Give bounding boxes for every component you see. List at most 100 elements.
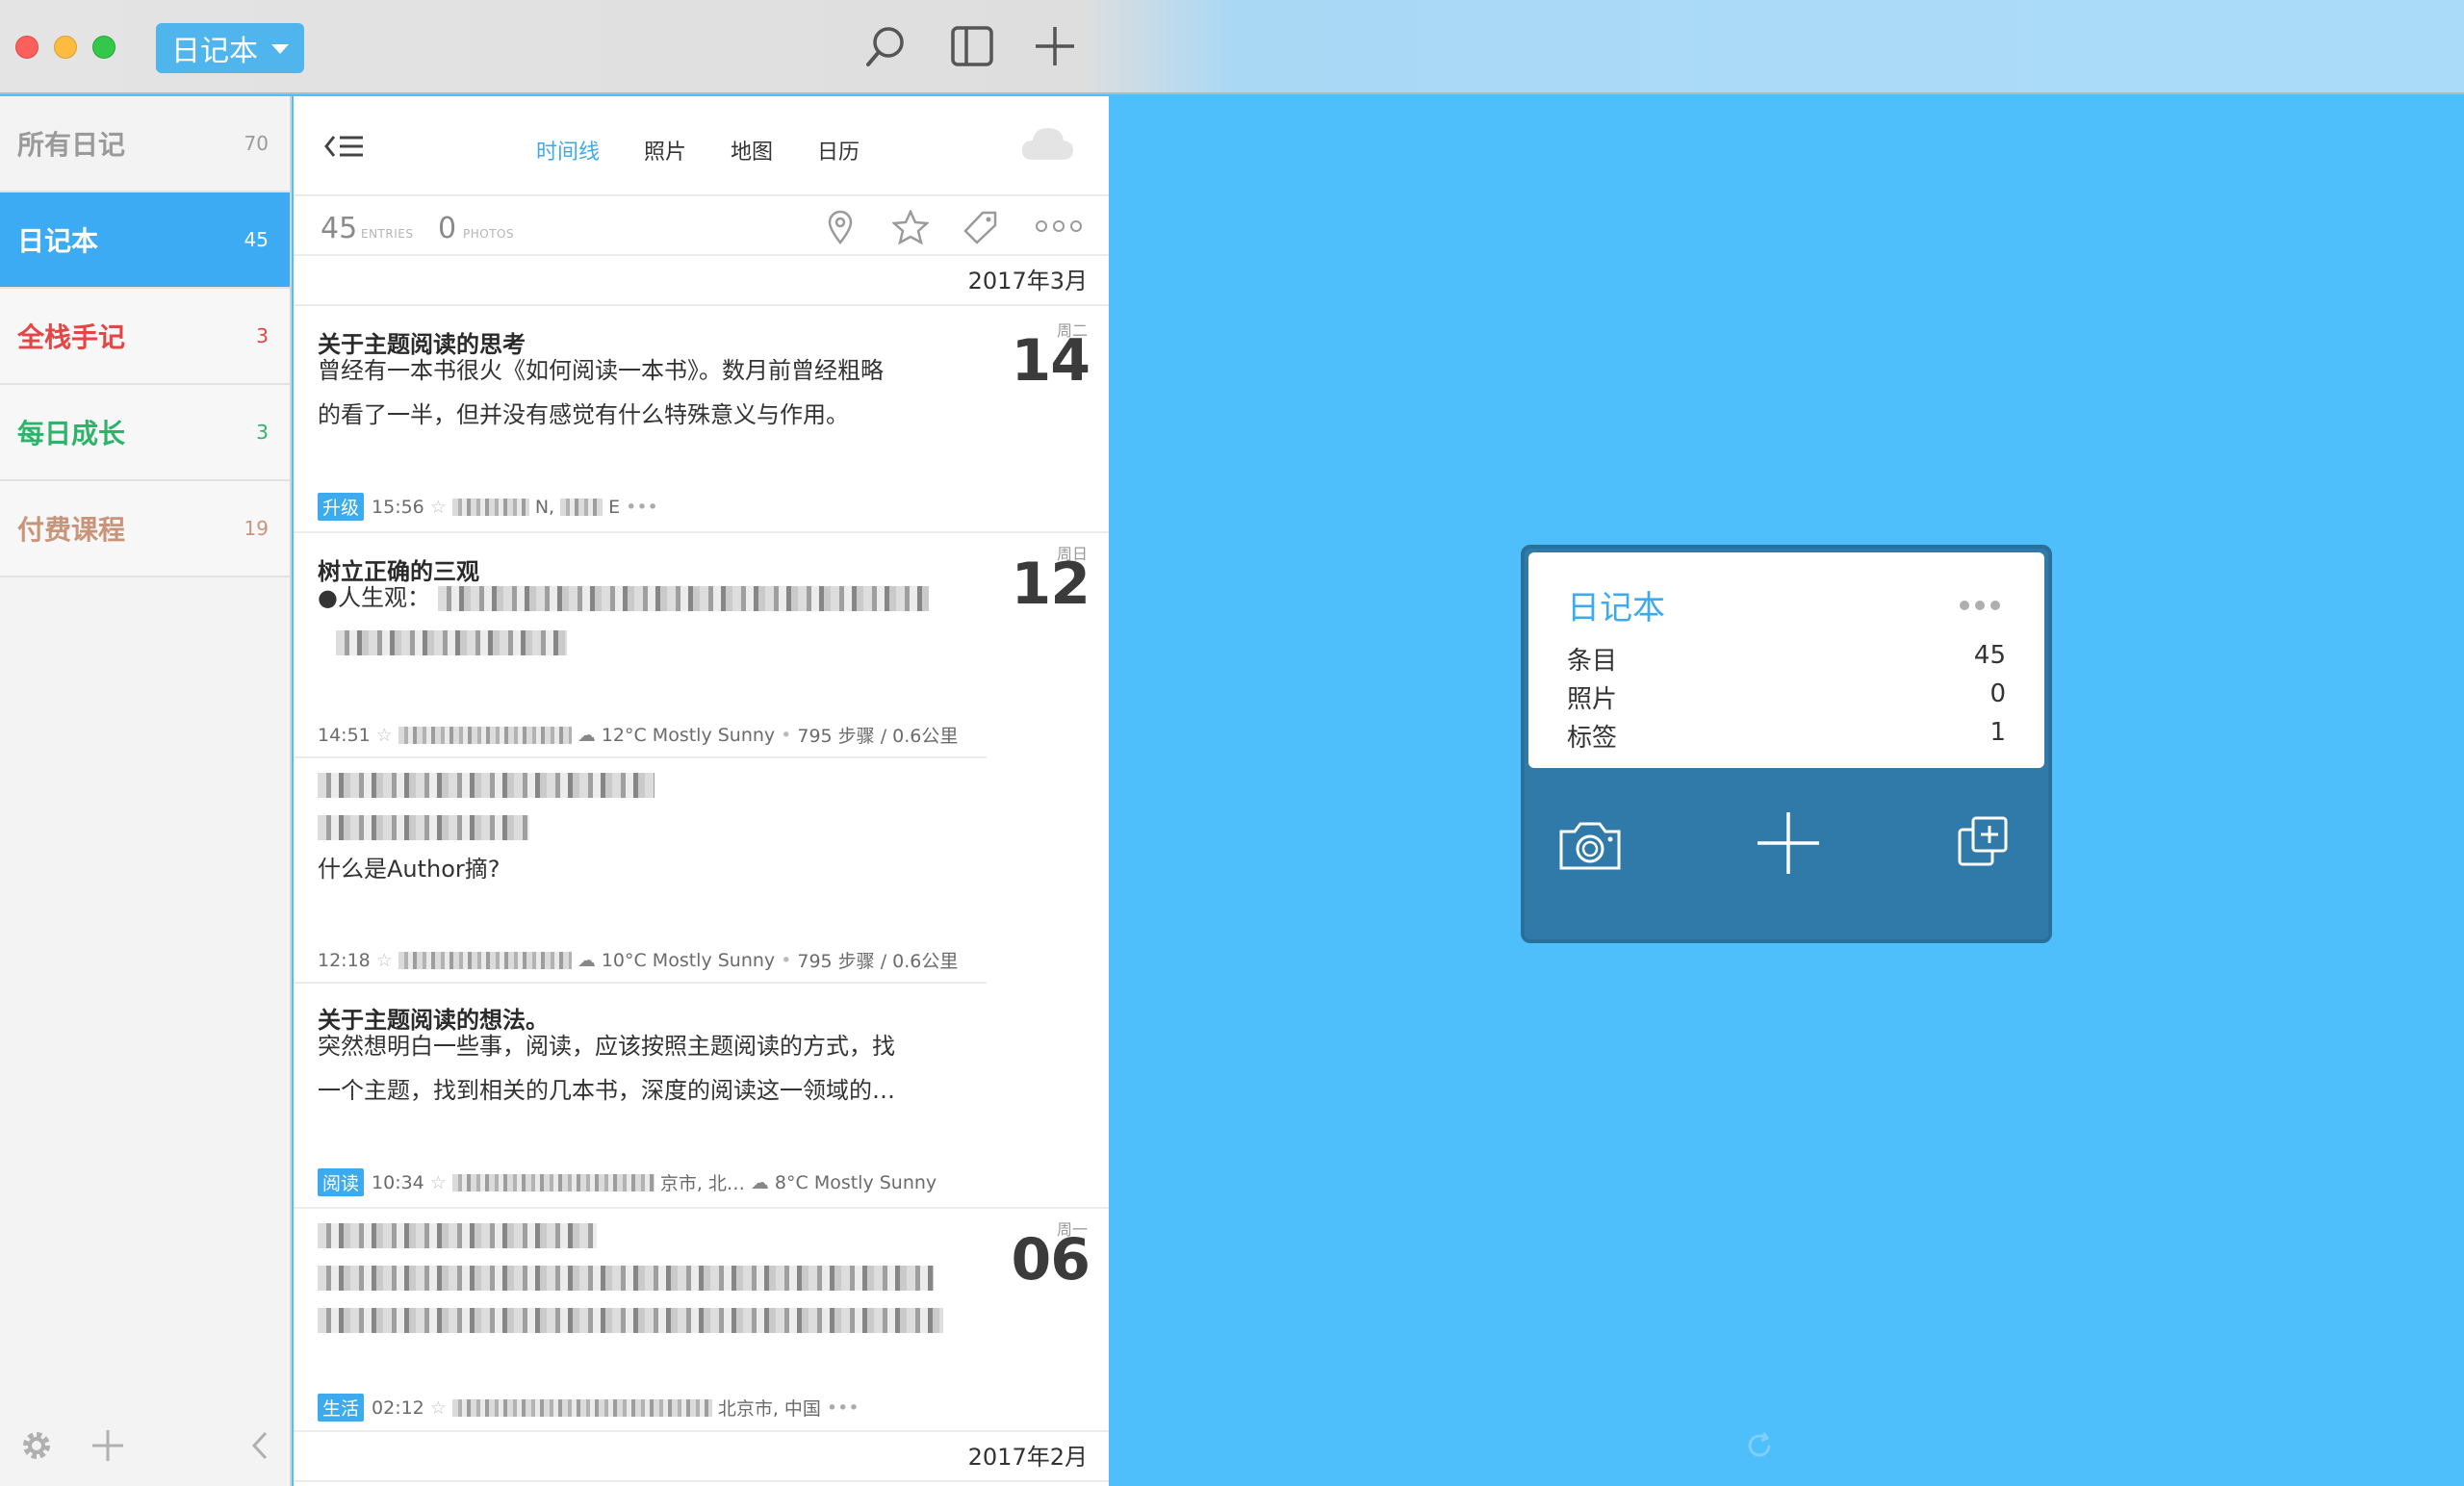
sidebar-item-journal[interactable]: 日记本 45 bbox=[0, 192, 290, 289]
dot-separator: • bbox=[781, 949, 792, 971]
redacted-location bbox=[451, 1398, 712, 1417]
refresh-icon[interactable] bbox=[1744, 1430, 1775, 1461]
entry-day: 12 bbox=[1011, 551, 1091, 618]
entry-body-line-2 bbox=[318, 1255, 934, 1299]
star-icon[interactable]: ☆ bbox=[430, 1172, 447, 1193]
redacted-text bbox=[318, 1308, 943, 1333]
widget-row-label: 照片 bbox=[1567, 685, 1618, 714]
sidebar-item-count: 70 bbox=[244, 132, 269, 155]
entry-time: 10:34 bbox=[372, 1171, 424, 1193]
entry-steps: 795 步骤 / 0.6公里 bbox=[797, 726, 959, 747]
redacted-location bbox=[398, 726, 572, 744]
month-header: 2017年3月 bbox=[294, 256, 1109, 306]
entry-row[interactable]: 关于主题阅读的想法。 突然想明白一些事，阅读，应该按照主题阅读的方式，找 一个主… bbox=[294, 984, 1109, 1207]
entry-tag[interactable]: 阅读 bbox=[318, 1168, 365, 1196]
sidebar-footer bbox=[0, 1405, 290, 1486]
duplicate-icon[interactable] bbox=[1956, 814, 2010, 868]
entry-body-line-2: 一个主题，找到相关的几本书，深度的阅读这一领域的… bbox=[318, 1077, 895, 1104]
entry-row[interactable]: 什么是Author摘? 12:18 ☆ ☁ 10°C Mostly Sunny … bbox=[294, 758, 1109, 982]
chevron-left-icon[interactable] bbox=[248, 1430, 271, 1461]
journal-picker[interactable]: 日记本 bbox=[156, 23, 304, 73]
view-tabs: 时间线 照片 地图 日历 bbox=[536, 135, 860, 166]
sidebar-item-label: 全栈手记 bbox=[17, 321, 126, 353]
star-icon[interactable] bbox=[892, 210, 929, 244]
location-pin-icon[interactable] bbox=[827, 210, 854, 244]
more-icon[interactable] bbox=[1960, 601, 2000, 610]
star-icon[interactable]: ☆ bbox=[430, 1397, 447, 1419]
entry-tag[interactable]: 生活 bbox=[318, 1394, 365, 1422]
entry-day: 06 bbox=[1011, 1226, 1091, 1294]
chevron-down-icon bbox=[271, 44, 289, 54]
sidebar-item-label: 所有日记 bbox=[17, 129, 126, 161]
entry-meta: 阅读 10:34 ☆ 京市, 北… ☁ 8°C Mostly Sunny bbox=[318, 1168, 937, 1196]
tag-icon[interactable] bbox=[962, 210, 998, 244]
sidebar-item-daily-growth[interactable]: 每日成长 3 bbox=[0, 385, 290, 481]
sidebar-item-count: 19 bbox=[244, 517, 269, 540]
tab-map[interactable]: 地图 bbox=[731, 135, 773, 166]
sidebar-item-count: 3 bbox=[256, 421, 269, 444]
entry-tag[interactable]: 升级 bbox=[318, 493, 365, 521]
sidebar-item-all-journals[interactable]: 所有日记 70 bbox=[0, 96, 290, 192]
redacted-text bbox=[318, 773, 654, 798]
minimize-window-button[interactable] bbox=[54, 36, 77, 59]
entry-weather: 12°C Mostly Sunny bbox=[601, 724, 776, 746]
add-entry-icon[interactable] bbox=[1756, 810, 1821, 876]
search-icon[interactable] bbox=[860, 21, 911, 71]
entry-location: 北京市, 中国 bbox=[717, 1398, 821, 1420]
sidebar-item-fullstack-notes[interactable]: 全栈手记 3 bbox=[0, 289, 290, 385]
entry-body-line-1: 曾经有一本书很火《如何阅读一本书》。数月前曾经粗略 bbox=[318, 357, 884, 384]
cloud-sync-icon[interactable] bbox=[1019, 123, 1075, 166]
entry-row[interactable]: 关于主题阅读的思考 曾经有一本书很火《如何阅读一本书》。数月前曾经粗略 的看了一… bbox=[294, 308, 1109, 531]
dot-separator: • bbox=[781, 724, 792, 746]
entry-body-line-1 bbox=[318, 1213, 597, 1257]
redacted-text bbox=[560, 498, 603, 516]
widget-row-tags: 标签 1 bbox=[1567, 718, 2006, 754]
entry-body-line-1 bbox=[318, 762, 654, 807]
widget-row-value: 0 bbox=[1989, 679, 2006, 708]
sidebar-toggle-icon[interactable] bbox=[947, 21, 997, 71]
entry-body-line-1: 突然想明白一些事，阅读，应该按照主题阅读的方式，找 bbox=[318, 1033, 895, 1060]
journal-widget: 日记本 条目 45 照片 0 标签 1 bbox=[1521, 545, 2052, 943]
entry-body-text: ●人生观： bbox=[318, 584, 430, 611]
close-window-button[interactable] bbox=[15, 36, 38, 59]
more-icon[interactable]: ••• bbox=[827, 1397, 860, 1419]
entry-weather: 10°C Mostly Sunny bbox=[601, 949, 776, 971]
add-journal-icon[interactable] bbox=[89, 1426, 127, 1465]
journal-picker-label: 日记本 bbox=[171, 35, 258, 68]
photos-count: 0 bbox=[438, 212, 457, 245]
entry-row[interactable]: 树立正确的三观 ●人生观： 周日 12 14:51 ☆ ☁ 12°C Mostl… bbox=[294, 533, 1109, 756]
entry-time: 15:56 bbox=[372, 496, 424, 518]
camera-icon[interactable] bbox=[1557, 818, 1623, 872]
star-icon[interactable]: ☆ bbox=[376, 950, 393, 971]
entry-meta: 12:18 ☆ ☁ 10°C Mostly Sunny • 795 步骤 / 0… bbox=[318, 947, 958, 973]
zoom-window-button[interactable] bbox=[92, 36, 116, 59]
redacted-text bbox=[336, 630, 567, 655]
entry-meta: 升级 15:56 ☆ N, E ••• bbox=[318, 493, 658, 521]
star-icon[interactable]: ☆ bbox=[376, 725, 393, 746]
redacted-text bbox=[437, 586, 929, 611]
sidebar-item-paid-courses[interactable]: 付费课程 19 bbox=[0, 481, 290, 577]
widget-row-label: 条目 bbox=[1567, 647, 1618, 676]
entry-meta-text: E bbox=[608, 496, 621, 518]
collapse-sidebar-icon[interactable] bbox=[324, 133, 367, 160]
more-icon[interactable]: ••• bbox=[626, 497, 658, 518]
widget-row-photos: 照片 0 bbox=[1567, 679, 2006, 715]
entry-time: 12:18 bbox=[318, 949, 371, 971]
entry-row[interactable]: 周一 06 生活 02:12 ☆ 北京市, 中国 ••• bbox=[294, 1209, 1109, 1432]
gear-icon[interactable] bbox=[17, 1426, 56, 1465]
title-bar: 日记本 bbox=[0, 0, 2464, 94]
entries-count: 45 bbox=[321, 212, 358, 245]
weather-icon: ☁ bbox=[577, 724, 596, 746]
star-icon[interactable]: ☆ bbox=[430, 497, 447, 518]
more-icon[interactable] bbox=[1035, 219, 1083, 233]
journal-summary-card[interactable]: 日记本 条目 45 照片 0 标签 1 bbox=[1528, 552, 2044, 768]
sidebar-item-label: 日记本 bbox=[17, 225, 99, 257]
stats-bar: 45 ENTRIES 0 PHOTOS bbox=[294, 196, 1109, 256]
add-icon[interactable] bbox=[1030, 21, 1080, 71]
sidebar-item-count: 3 bbox=[256, 324, 269, 347]
entry-meta: 14:51 ☆ ☁ 12°C Mostly Sunny • 795 步骤 / 0… bbox=[318, 722, 958, 748]
entry-body-line-2 bbox=[336, 620, 567, 664]
tab-calendar[interactable]: 日历 bbox=[817, 135, 860, 166]
tab-photos[interactable]: 照片 bbox=[644, 135, 686, 166]
tab-timeline[interactable]: 时间线 bbox=[536, 135, 600, 166]
